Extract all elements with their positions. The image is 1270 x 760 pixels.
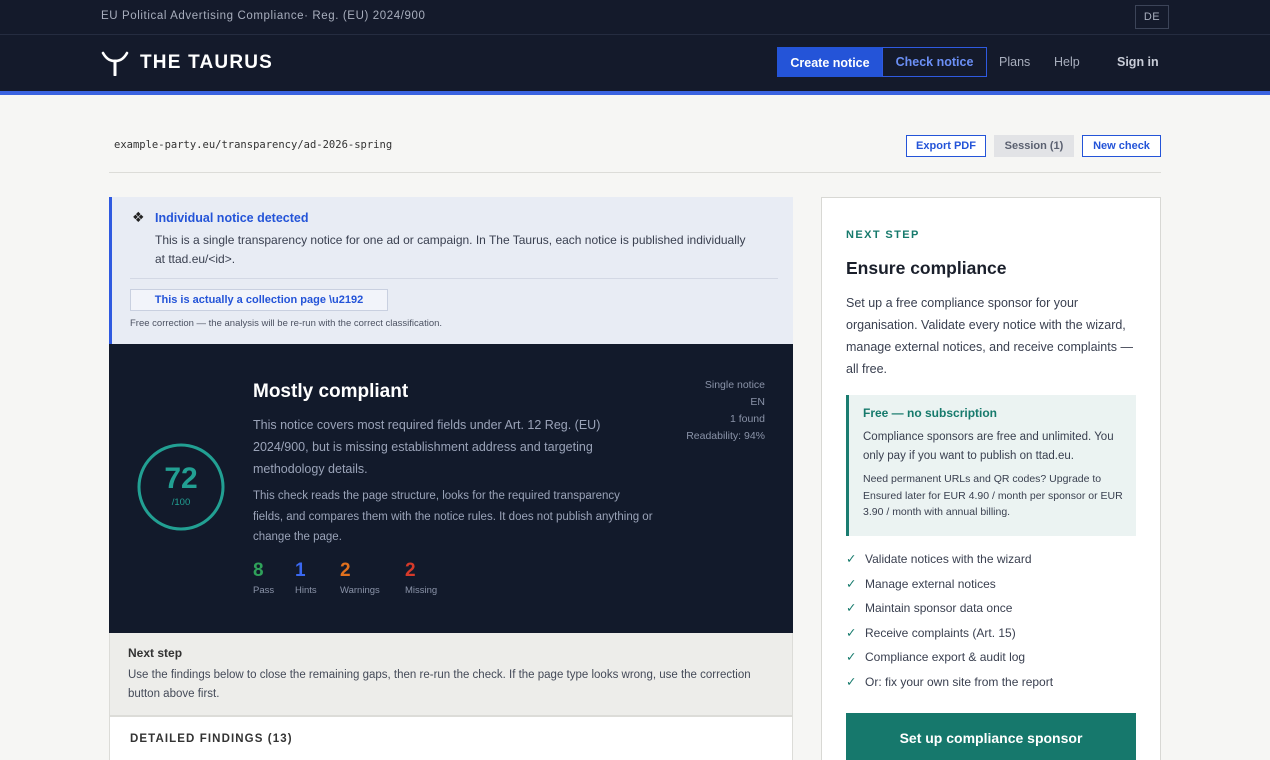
upgrade-text: Need permanent URLs and QR codes? Upgrad… — [863, 473, 1123, 518]
findings-title: DETAILED FINDINGS (13) — [130, 733, 293, 745]
checkmark-icon: ✓ — [846, 625, 857, 640]
list-item-label: Manage external notices — [865, 576, 996, 591]
four-diamonds-icon: ❖ — [132, 209, 145, 225]
correction-note: Free correction — the analysis will be r… — [130, 318, 443, 329]
list-item: ✓ Compliance export & audit log — [846, 650, 1138, 675]
stat-hints-label: Hints — [295, 585, 317, 596]
compliance-sidebar: NEXT STEP Ensure compliance Set up a fre… — [821, 197, 1161, 760]
main-header: THE TAURUS Create notice Check notice Pl… — [0, 35, 1270, 95]
export-pdf-button[interactable]: Export PDF — [906, 135, 986, 157]
checkmark-icon: ✓ — [846, 576, 857, 591]
list-item-label: Receive complaints (Art. 15) — [865, 625, 1016, 640]
list-item-label: Compliance export & audit log — [865, 650, 1026, 665]
score-max: /100 — [171, 497, 191, 508]
list-item: ✓ Receive complaints (Art. 15) — [846, 626, 1138, 651]
detailed-findings-header[interactable]: DETAILED FINDINGS (13) — [109, 716, 793, 760]
list-item: ✓ Or: fix your own site from the report — [846, 675, 1138, 700]
next-step-description: Use the findings below to close the rema… — [128, 669, 751, 700]
stat-warnings: 2 Warnings — [340, 560, 380, 596]
correction-button[interactable]: This is actually a collection page \u219… — [130, 289, 388, 311]
notice-type: Single notice — [704, 379, 765, 391]
checked-url: example-party.eu/transparency/ad-2026-sp… — [114, 139, 393, 151]
regulation-text: EU Political Advertising Compliance· Reg… — [101, 10, 426, 22]
nav-help-link[interactable]: Help — [1054, 55, 1080, 69]
stat-pass-value: 8 — [253, 560, 264, 581]
nav-plans-link[interactable]: Plans — [999, 55, 1030, 69]
readability: Readability: 94% — [686, 430, 765, 442]
list-item-label: Maintain sponsor data once — [865, 601, 1013, 616]
language-switch[interactable]: DE — [1135, 5, 1169, 29]
stat-missing-value: 2 — [405, 560, 416, 581]
stat-pass-label: Pass — [253, 585, 275, 596]
next-step-box: Next step Use the findings below to clos… — [109, 633, 793, 716]
free-plan-title: Free — no subscription — [863, 406, 998, 420]
list-item-label: Or: fix your own site from the report — [865, 674, 1054, 689]
sign-in-link[interactable]: Sign in — [1117, 55, 1159, 69]
taurus-horns-icon[interactable] — [101, 50, 129, 76]
score-panel: 72 /100 Mostly compliant This notice cov… — [109, 344, 793, 633]
brand-name[interactable]: THE TAURUS — [140, 52, 273, 74]
stat-warnings-label: Warnings — [340, 585, 380, 596]
create-notice-button[interactable]: Create notice — [777, 47, 883, 77]
stat-missing: 2 Missing — [405, 560, 437, 596]
stat-warnings-value: 2 — [340, 560, 351, 581]
checkmark-icon: ✓ — [846, 674, 857, 689]
divider — [109, 172, 1161, 173]
free-plan-text: Compliance sponsors are free and unlimit… — [863, 431, 1114, 462]
checkmark-icon: ✓ — [846, 650, 857, 665]
stat-hints-value: 1 — [295, 560, 306, 581]
free-plan-box: Free — no subscription Compliance sponso… — [846, 395, 1136, 536]
divider — [130, 278, 778, 279]
next-step-title: Next step — [128, 646, 183, 660]
list-item: ✓ Maintain sponsor data once — [846, 601, 1138, 626]
session-button[interactable]: Session (1) — [994, 135, 1074, 157]
sidebar-kicker: NEXT STEP — [846, 229, 920, 241]
sidebar-title: Ensure compliance — [846, 258, 1007, 278]
top-bar: EU Political Advertising Compliance· Reg… — [0, 0, 1270, 35]
score-summary: This notice covers most required fields … — [253, 418, 601, 476]
score-value: 72 — [164, 462, 198, 495]
list-item-label: Validate notices with the wizard — [865, 552, 1032, 566]
header-accent-line — [0, 91, 1270, 95]
new-check-button[interactable]: New check — [1082, 135, 1161, 157]
score-gauge: 72 /100 — [136, 442, 226, 532]
stat-hints: 1 Hints — [295, 560, 317, 596]
score-heading: Mostly compliant — [253, 381, 409, 402]
score-meta: Single notice EN 1 found Readability: 94… — [686, 377, 765, 445]
list-item: ✓ Validate notices with the wizard — [846, 552, 1138, 577]
detection-notice: ❖ Individual notice detected This is a s… — [109, 197, 793, 344]
detection-title: Individual notice detected — [155, 211, 309, 225]
stat-pass: 8 Pass — [253, 560, 274, 596]
notice-found-count: 1 found — [729, 413, 765, 425]
checkmark-icon: ✓ — [846, 552, 857, 566]
checkmark-icon: ✓ — [846, 601, 857, 616]
list-item: ✓ Manage external notices — [846, 577, 1138, 602]
setup-sponsor-button[interactable]: Set up compliance sponsor — [846, 713, 1136, 760]
feature-checklist: ✓ Validate notices with the wizard ✓ Manag… — [846, 552, 1138, 700]
notice-language: EN — [750, 396, 765, 408]
score-explanation: This check reads the page structure, loo… — [253, 490, 653, 543]
detection-description: This is a single transparency notice for… — [155, 233, 746, 266]
stat-missing-label: Missing — [405, 585, 438, 596]
check-notice-button[interactable]: Check notice — [882, 47, 987, 77]
sidebar-intro: Set up a free compliance sponsor for you… — [846, 296, 1133, 376]
